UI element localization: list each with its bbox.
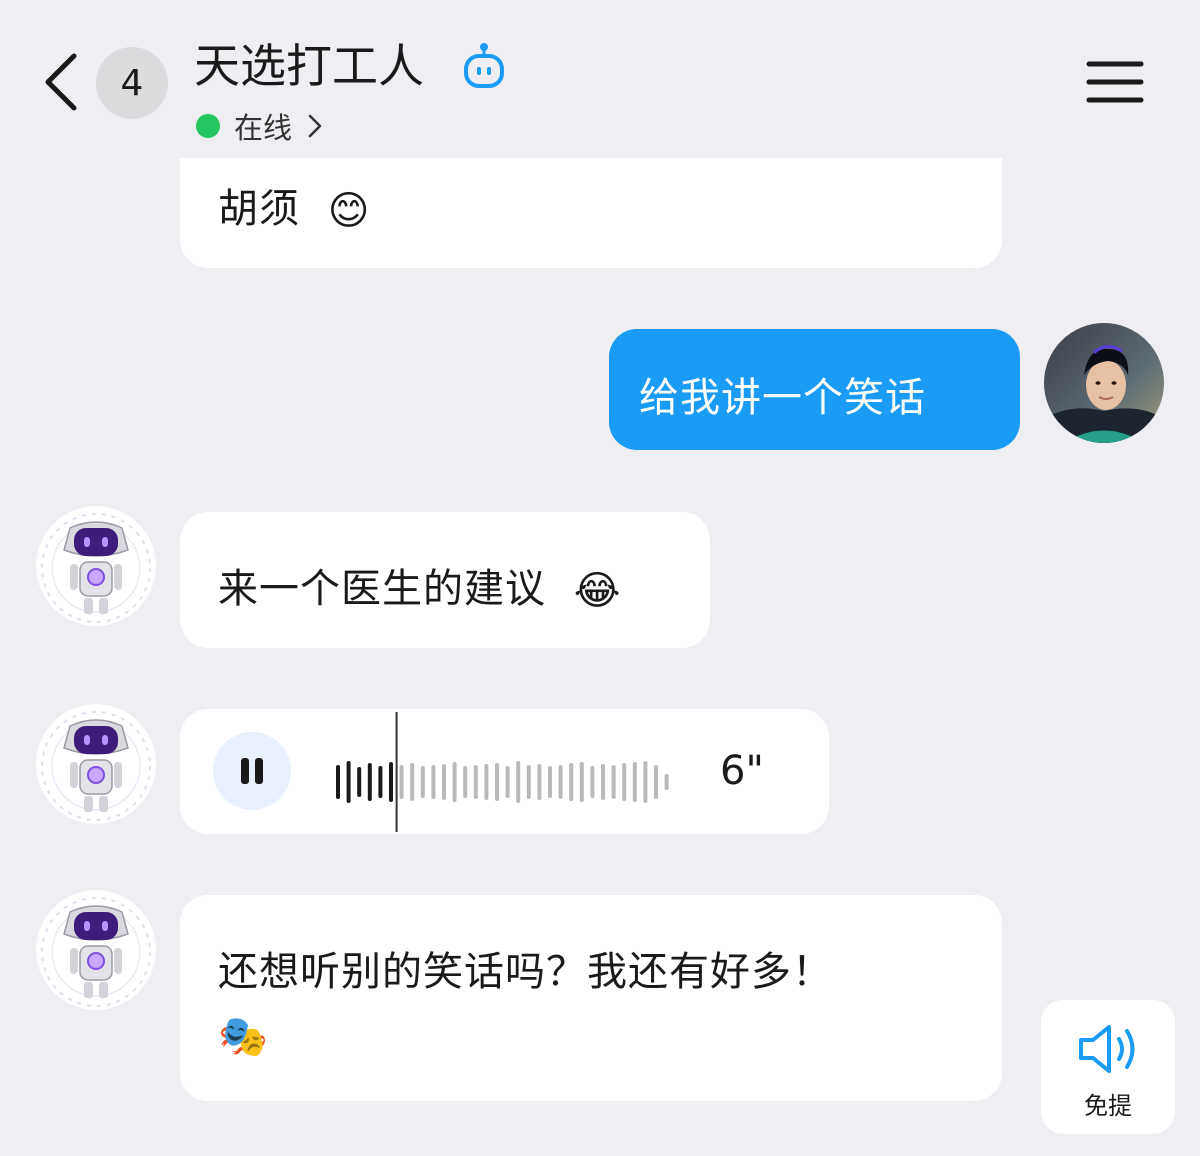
tears-of-joy-emoji: 😂: [573, 568, 622, 614]
user-avatar-image: [1044, 323, 1164, 443]
message-bubble-bot[interactable]: 胡须 😊: [180, 158, 1002, 268]
pause-button[interactable]: [213, 732, 291, 810]
bot-avatar[interactable]: [36, 704, 156, 824]
message-text: 来一个医生的建议 😂: [218, 566, 622, 614]
speaker-mode-button[interactable]: 免提: [1041, 1000, 1175, 1134]
user-avatar[interactable]: [1044, 323, 1164, 443]
online-status-dot: [196, 114, 220, 138]
chat-title: 天选打工人: [194, 39, 424, 93]
chevron-right-icon: [308, 114, 322, 138]
robot-avatar-image: [36, 506, 156, 626]
bot-avatar[interactable]: [36, 890, 156, 1010]
message-bubble-user[interactable]: 给我讲一个笑话: [609, 329, 1020, 450]
bot-avatar[interactable]: [36, 506, 156, 626]
robot-avatar-image: [36, 704, 156, 824]
chat-header: 4 天选打工人 在线: [0, 0, 1200, 158]
message-text: 胡须 😊: [218, 186, 371, 234]
speaker-mode-label: 免提: [1084, 1092, 1132, 1120]
message-text: 给我讲一个笑话: [639, 375, 926, 421]
voice-waveform[interactable]: [334, 712, 694, 832]
message-text: 还想听别的笑话吗？我还有好多！: [218, 949, 833, 995]
smiling-face-emoji: 😊: [327, 188, 371, 234]
speaker-icon: [1079, 1025, 1135, 1073]
message-bubble-bot[interactable]: 来一个医生的建议 😂: [180, 512, 710, 648]
robot-avatar-image: [36, 890, 156, 1010]
performing-arts-emoji: 🎭: [218, 1014, 269, 1060]
online-status[interactable]: 在线: [196, 104, 324, 148]
voice-duration: 6": [720, 748, 764, 794]
pause-icon: [241, 758, 263, 784]
hamburger-menu-icon[interactable]: [1086, 56, 1144, 108]
unread-count-badge[interactable]: 4: [96, 47, 168, 119]
status-text: 在线: [234, 111, 293, 145]
robot-icon: [464, 43, 504, 88]
chevron-left-icon[interactable]: [40, 50, 84, 114]
message-bubble-bot[interactable]: 还想听别的笑话吗？我还有好多！ 🎭: [180, 895, 1002, 1101]
